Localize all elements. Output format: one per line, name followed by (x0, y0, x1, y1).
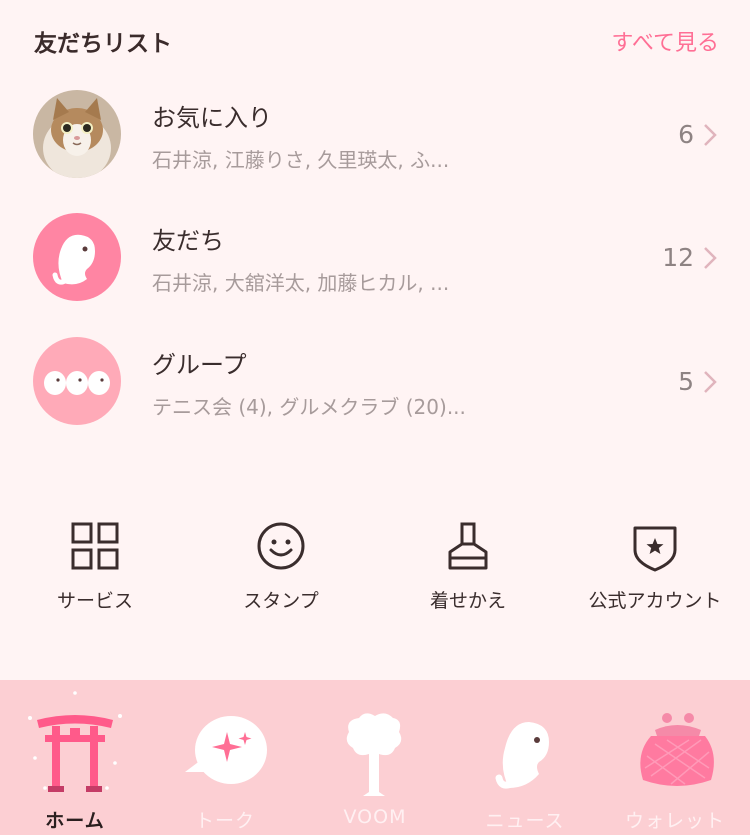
tab-label: ウォレット (624, 810, 725, 832)
cat-photo-avatar (33, 90, 121, 178)
list-item-count: 12 (662, 243, 694, 272)
tree-icon (346, 713, 402, 796)
chevron-right-icon (704, 371, 717, 393)
list-item-name: グループ (152, 351, 247, 379)
service-themes[interactable]: 着せかえ (378, 510, 558, 630)
coin-purse-icon (640, 713, 714, 786)
list-item-count: 5 (678, 367, 694, 396)
see-all-link[interactable]: すべて見る (611, 25, 719, 57)
service-label: 公式アカウント (588, 590, 722, 612)
service-label: 着せかえ (429, 590, 506, 612)
service-label: スタンプ (243, 590, 319, 612)
groups-avatar (33, 337, 121, 425)
brush-icon (448, 522, 488, 570)
chevron-right-icon (704, 124, 717, 146)
list-item-count: 6 (678, 120, 694, 149)
list-item-members: 石井涼, 江藤りさ, 久里瑛太, ふ... (152, 148, 450, 172)
service-stamps[interactable]: スタンプ (191, 510, 371, 630)
list-item-name: お気に入り (152, 104, 272, 132)
section-title: 友だちリスト (34, 31, 172, 57)
services-row: サービス スタンプ 着せかえ 公式アカウント (0, 510, 750, 640)
tab-news[interactable]: ニュース (450, 680, 600, 835)
friend-list-header: 友だちリスト すべて見る (0, 0, 750, 80)
tab-home[interactable]: ホーム (0, 680, 150, 835)
tab-label: VOOM (343, 806, 407, 828)
list-item-groups[interactable]: グループ テニス会 (4), グルメクラブ (20)... 5 (0, 327, 750, 437)
list-item-favorites[interactable]: お気に入り 石井涼, 江藤りさ, 久里瑛太, ふ... 6 (0, 80, 750, 190)
service-services[interactable]: サービス (5, 510, 185, 630)
list-item-friends[interactable]: 友だち 石井涼, 大舘洋太, 加藤ヒカル, ... 12 (0, 203, 750, 313)
grid-icon (71, 522, 119, 570)
tab-label: ニュース (485, 810, 565, 832)
service-label: サービス (56, 590, 133, 612)
ghost-icon (495, 722, 549, 789)
bottom-tab-bar: ホーム トーク VOOM ニュース ウォレット (0, 680, 750, 835)
friends-avatar (33, 213, 121, 301)
torii-icon (28, 691, 122, 792)
chat-bubble-icon (185, 716, 267, 784)
tab-label: トーク (194, 810, 255, 832)
chevron-right-icon (704, 247, 717, 269)
tab-label: ホーム (45, 810, 105, 832)
service-official-accounts[interactable]: 公式アカウント (565, 510, 745, 630)
smiley-icon (257, 522, 305, 570)
tab-wallet[interactable]: ウォレット (600, 680, 750, 835)
list-item-members: 石井涼, 大舘洋太, 加藤ヒカル, ... (152, 271, 450, 295)
tab-talk[interactable]: トーク (150, 680, 300, 835)
tab-voom[interactable]: VOOM (300, 680, 450, 835)
list-item-members: テニス会 (4), グルメクラブ (20)... (152, 395, 466, 419)
shield-star-icon (633, 526, 677, 572)
list-item-name: 友だち (152, 227, 224, 255)
